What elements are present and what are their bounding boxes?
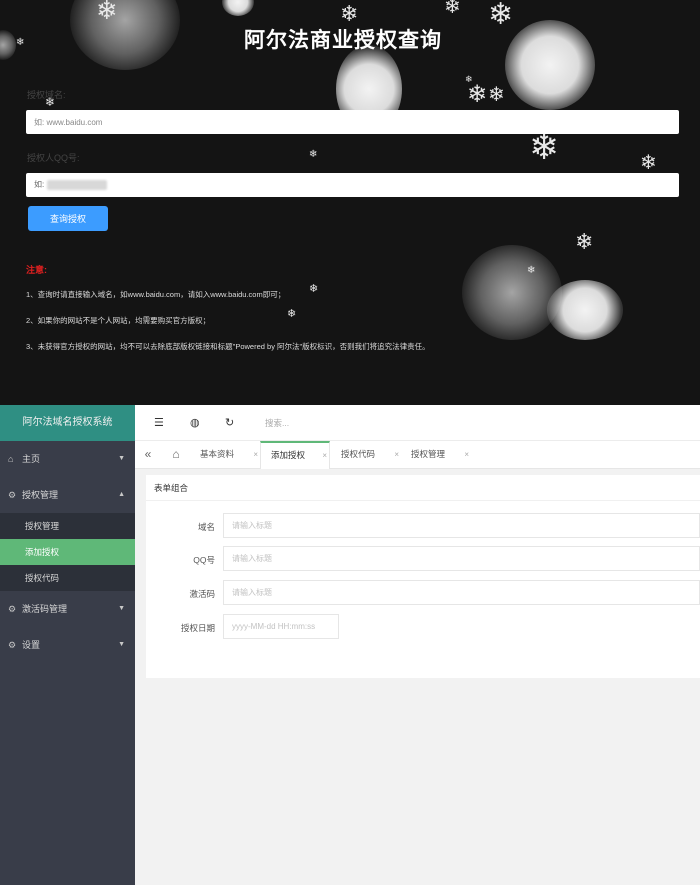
sidebar-item-activation-manage[interactable]: ⚙ 激活码管理 ▼ bbox=[0, 591, 135, 627]
tab-scroll-left-icon[interactable]: « bbox=[137, 441, 159, 469]
qq-input[interactable]: 如: bbox=[26, 173, 679, 197]
sidebar-item-auth-manage[interactable]: ⚙ 授权管理 ▲ bbox=[0, 477, 135, 513]
close-icon[interactable]: × bbox=[322, 443, 327, 468]
snowflake-icon: ❄ bbox=[287, 307, 297, 320]
snowflake-icon: ❄ bbox=[527, 265, 536, 276]
close-icon[interactable]: × bbox=[394, 441, 399, 468]
notice-item: 1、查询时请直接输入域名，如www.baidu.com，请如入www.baidu… bbox=[26, 290, 286, 299]
qq-label: 授权人QQ号: bbox=[27, 153, 80, 163]
tab-label: 基本资料 bbox=[200, 449, 235, 459]
snowflake-icon: ❄ bbox=[575, 230, 594, 255]
home-icon: ⌂ bbox=[8, 454, 14, 464]
snowflake-icon: ❄ bbox=[96, 0, 118, 26]
domain-field-label: 域名 bbox=[197, 522, 215, 532]
snow-blob bbox=[547, 280, 623, 340]
snowflake-icon: ❄ bbox=[488, 82, 505, 106]
tab-basic-info[interactable]: 基本资料 × bbox=[190, 441, 260, 469]
close-icon[interactable]: × bbox=[464, 441, 469, 468]
qq-field-label: QQ号 bbox=[193, 555, 215, 565]
sidebar-item-settings[interactable]: ⚙ 设置 ▼ bbox=[0, 627, 135, 663]
query-page: ❄ ❄ ❄ ❄ ❄ ❄ ❄ ❄ ❄ ❄ ❄ ❄ ❄ ❄ ❄ ❄ 阿尔法商业授权查… bbox=[0, 0, 700, 405]
tab-bar: « ⌂ 基本资料 × 添加授权 × 授权代码 × 授权管理 × bbox=[135, 441, 700, 469]
activation-code-field[interactable] bbox=[223, 580, 700, 605]
notice-title: 注意: bbox=[26, 265, 47, 275]
sidebar-item-label: 授权管理 bbox=[22, 490, 59, 500]
chevron-up-icon: ▲ bbox=[118, 491, 125, 498]
snowflake-icon: ❄ bbox=[340, 2, 359, 27]
snowflake-icon: ❄ bbox=[529, 127, 560, 168]
globe-icon[interactable]: ◍ bbox=[190, 416, 200, 429]
notice-item: 3、未获得官方授权的网站，均不可以去除底部版权链接和标题"Powered by … bbox=[26, 342, 430, 351]
auth-date-field-label: 授权日期 bbox=[180, 623, 215, 633]
auth-date-field[interactable] bbox=[223, 614, 339, 639]
tab-auth-manage[interactable]: 授权管理 × bbox=[401, 441, 471, 469]
notice-item: 2、如果你的网站不是个人网站，均需要购买官方版权； bbox=[26, 316, 211, 325]
gear-icon: ⚙ bbox=[8, 604, 17, 614]
qq-input-prefix: 如: bbox=[34, 180, 45, 189]
sidebar-item-home[interactable]: ⌂ 主页 ▼ bbox=[0, 441, 135, 477]
snowflake-icon: ❄ bbox=[465, 75, 473, 85]
chevron-down-icon: ▼ bbox=[118, 641, 125, 648]
sidebar-item-label: 激活码管理 bbox=[22, 604, 68, 614]
sidebar: 阿尔法域名授权系统 ⌂ 主页 ▼ ⚙ 授权管理 ▲ 授权管理 添加授权 授权代码… bbox=[0, 405, 135, 885]
chevron-down-icon: ▼ bbox=[118, 605, 125, 612]
sidebar-item-label: 设置 bbox=[22, 640, 41, 650]
gear-icon: ⚙ bbox=[8, 490, 17, 500]
tab-label: 授权代码 bbox=[341, 449, 376, 459]
form-card-title: 表单组合 bbox=[146, 475, 700, 501]
redacted-value bbox=[47, 179, 108, 190]
sidebar-subitem-auth-manage[interactable]: 授权管理 bbox=[0, 513, 135, 539]
domain-input[interactable] bbox=[26, 110, 679, 134]
settings-icon: ⚙ bbox=[8, 640, 17, 650]
sidebar-item-label: 主页 bbox=[22, 454, 41, 464]
admin-panel: 阿尔法域名授权系统 ⌂ 主页 ▼ ⚙ 授权管理 ▲ 授权管理 添加授权 授权代码… bbox=[0, 405, 700, 885]
chevron-down-icon: ▼ bbox=[118, 455, 125, 462]
tab-add-auth[interactable]: 添加授权 × bbox=[260, 441, 330, 469]
page-title: 阿尔法商业授权查询 bbox=[244, 29, 442, 52]
refresh-icon[interactable]: ↻ bbox=[225, 416, 234, 429]
tab-label: 授权管理 bbox=[411, 449, 446, 459]
close-icon[interactable]: × bbox=[253, 441, 258, 468]
tab-label: 添加授权 bbox=[271, 450, 306, 460]
qq-field[interactable] bbox=[223, 546, 700, 571]
snowflake-icon: ❄ bbox=[309, 149, 318, 160]
snowflake-icon: ❄ bbox=[444, 0, 461, 18]
snow-blob bbox=[222, 0, 254, 16]
top-toolbar: ☰ ◍ ↻ bbox=[135, 405, 700, 441]
sidebar-subitem-auth-code[interactable]: 授权代码 bbox=[0, 565, 135, 591]
snowflake-icon: ❄ bbox=[640, 150, 657, 174]
domain-field[interactable] bbox=[223, 513, 700, 538]
brand-logo[interactable]: 阿尔法域名授权系统 bbox=[0, 405, 135, 441]
snow-blob bbox=[462, 245, 562, 340]
sidebar-submenu: 授权管理 添加授权 授权代码 bbox=[0, 513, 135, 591]
snowflake-icon: ❄ bbox=[309, 282, 319, 295]
home-tab-icon[interactable]: ⌂ bbox=[165, 441, 187, 469]
query-button[interactable]: 查询授权 bbox=[28, 206, 108, 231]
domain-label: 授权域名: bbox=[27, 90, 66, 100]
form-card: 表单组合 域名 QQ号 激活码 授权日期 bbox=[146, 475, 700, 678]
tab-auth-code[interactable]: 授权代码 × bbox=[331, 441, 401, 469]
activation-code-field-label: 激活码 bbox=[189, 589, 215, 599]
search-input[interactable] bbox=[265, 416, 385, 430]
menu-toggle-icon[interactable]: ☰ bbox=[154, 416, 164, 429]
snowflake-icon: ❄ bbox=[467, 80, 488, 108]
sidebar-subitem-add-auth[interactable]: 添加授权 bbox=[0, 539, 135, 565]
